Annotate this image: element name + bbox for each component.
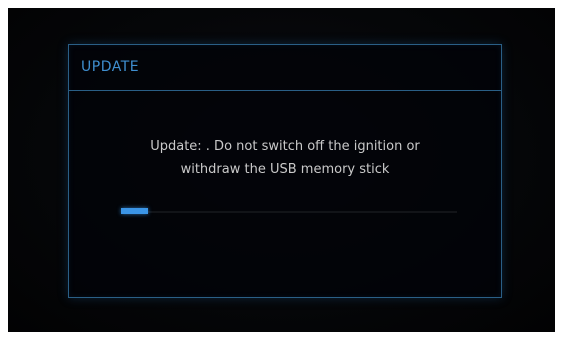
infotainment-screen: UPDATE Update: . Do not switch off the i… [8, 8, 555, 332]
update-message: Update: . Do not switch off the ignition… [69, 135, 501, 181]
progress-bar-fill [121, 208, 148, 214]
dialog-header: UPDATE [69, 45, 501, 91]
dialog-title: UPDATE [81, 59, 140, 75]
display-bezel: UPDATE Update: . Do not switch off the i… [0, 0, 563, 340]
update-message-line-1: Update: . Do not switch off the ignition… [150, 139, 420, 154]
update-dialog: UPDATE Update: . Do not switch off the i… [68, 44, 502, 298]
update-message-line-2: withdraw the USB memory stick [180, 162, 390, 177]
progress-bar [121, 208, 457, 214]
